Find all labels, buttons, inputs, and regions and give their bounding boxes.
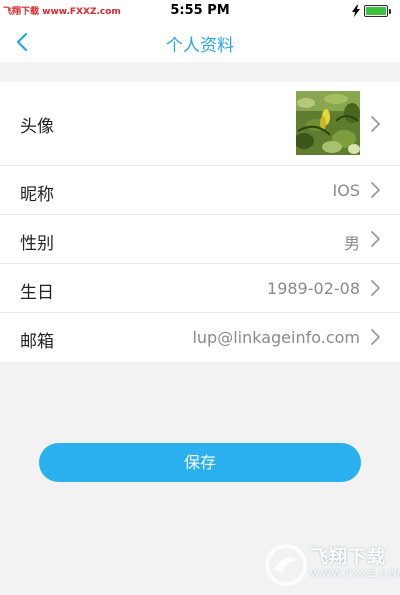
nickname-row[interactable]: 昵称 IOS xyxy=(0,166,400,215)
chevron-right-icon xyxy=(371,231,380,247)
nav-bar: 个人资料 xyxy=(0,22,400,62)
chevron-right-icon xyxy=(371,329,380,345)
avatar-label: 头像 xyxy=(20,117,54,137)
birthday-value: 1989-02-08 xyxy=(267,279,360,298)
birthday-label: 生日 xyxy=(20,283,54,303)
chevron-right-icon xyxy=(371,280,380,296)
battery-icon xyxy=(364,5,391,17)
email-row[interactable]: 邮箱 lup@linkageinfo.com xyxy=(0,313,400,362)
birthday-row[interactable]: 生日 1989-02-08 xyxy=(0,264,400,313)
logo-icon xyxy=(265,544,307,586)
nickname-label: 昵称 xyxy=(20,185,54,205)
profile-list: 头像 昵称 IOS 性别 男 生日 1989-02-08 邮箱 lup@link… xyxy=(0,82,400,362)
status-bar: 飞翔下载 www.FXXZ.com 5:55 PM xyxy=(0,0,400,22)
save-button[interactable]: 保存 xyxy=(39,443,361,482)
nickname-value: IOS xyxy=(332,181,360,200)
status-time: 5:55 PM xyxy=(170,3,230,18)
page-title: 个人资料 xyxy=(166,36,234,56)
email-value: lup@linkageinfo.com xyxy=(192,328,360,347)
watermark-url: WWW.FXXZ.COM xyxy=(310,569,400,580)
chevron-right-icon xyxy=(371,182,380,198)
avatar xyxy=(296,91,360,155)
email-label: 邮箱 xyxy=(20,332,54,352)
gender-label: 性别 xyxy=(20,234,54,254)
gender-row[interactable]: 性别 男 xyxy=(0,215,400,264)
gender-value: 男 xyxy=(343,234,360,253)
chevron-right-icon xyxy=(371,116,380,132)
watermark-logo: 飞翔下载 WWW.FXXZ.COM xyxy=(264,541,400,591)
watermark-text: 飞翔下载 xyxy=(310,547,386,568)
avatar-row[interactable]: 头像 xyxy=(0,82,400,166)
charging-icon xyxy=(352,5,360,17)
